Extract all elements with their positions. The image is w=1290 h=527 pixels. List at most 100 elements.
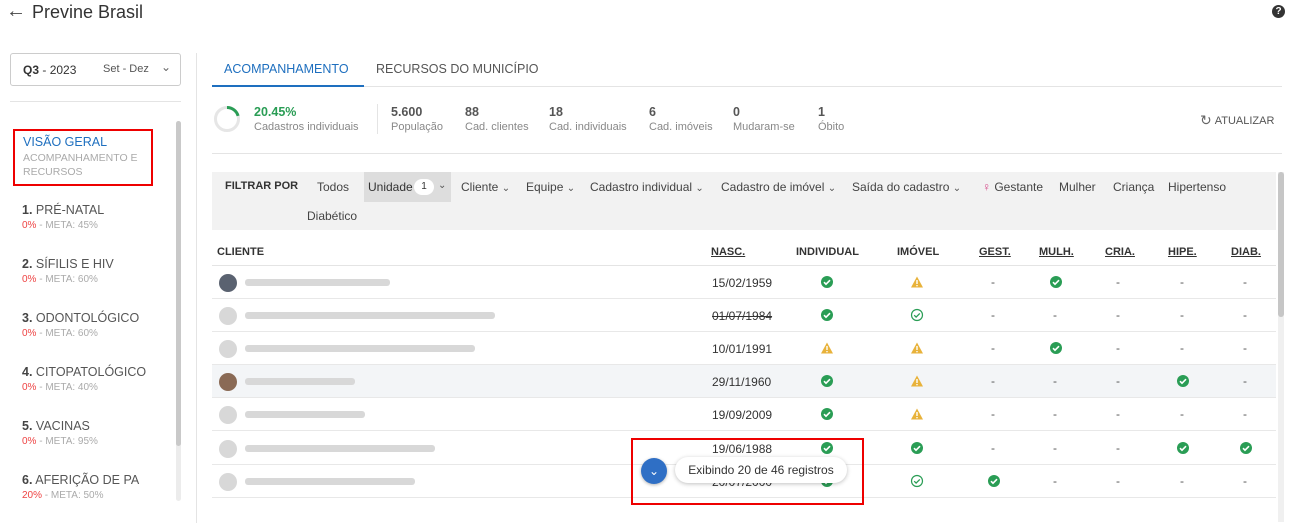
- sidebar-scrollbar-thumb[interactable]: [176, 121, 181, 446]
- tab-bar: ACOMPANHAMENTO RECURSOS DO MUNICÍPIO: [212, 52, 1282, 87]
- stat-cad-imoveis: 6 Cad. imóveis: [649, 105, 713, 133]
- filter-diabetico[interactable]: Diabético: [307, 209, 357, 223]
- refresh-button[interactable]: ↻ ATUALIZAR: [1200, 112, 1274, 129]
- birth-date: 01/07/1984: [712, 309, 773, 323]
- tab-acompanhamento[interactable]: ACOMPANHAMENTO: [224, 62, 349, 76]
- table-row[interactable]: 15/02/1959 - - - -: [212, 266, 1276, 299]
- mulh-empty: -: [1053, 308, 1057, 322]
- page-title: Previne Brasil: [32, 2, 144, 22]
- divider: [196, 53, 197, 523]
- chevron-down-icon: ⌄: [695, 183, 704, 194]
- avatar: [219, 373, 237, 391]
- chevron-down-icon: ⌄: [438, 180, 447, 191]
- column-cria[interactable]: CRIA.: [1105, 246, 1135, 258]
- gest-empty: -: [991, 275, 995, 289]
- birth-date: 29/11/1960: [712, 375, 772, 389]
- filter-cadastro-imovel[interactable]: Cadastro de imóvel ⌄: [721, 180, 836, 194]
- client-name-redacted: [245, 411, 365, 418]
- filter-hipertenso[interactable]: Hipertenso: [1168, 180, 1226, 194]
- records-count-pill: Exibindo 20 de 46 registros: [675, 457, 847, 483]
- sidebar-item-label: AFERIÇÃO DE PA: [35, 473, 140, 487]
- sidebar-item-afericao-pa[interactable]: 6. AFERIÇÃO DE PA 20% - META: 50%: [22, 473, 139, 501]
- filter-gestante[interactable]: ♀ Gestante: [982, 180, 1043, 194]
- sidebar-item-citopatologico[interactable]: 4. CITOPATOLÓGICO 0% - META: 40%: [22, 365, 146, 393]
- mulh-empty: -: [1053, 441, 1057, 455]
- check-circle-icon: [1176, 374, 1190, 388]
- gest-empty: -: [991, 374, 995, 388]
- avatar: [219, 340, 237, 358]
- stat-cad-clientes: 88 Cad. clientes: [465, 105, 529, 133]
- table-row[interactable]: 19/09/2009 - - - - -: [212, 398, 1276, 431]
- filter-cadastro-individual[interactable]: Cadastro individual ⌄: [590, 180, 704, 194]
- hipe-empty: -: [1180, 275, 1184, 289]
- chevron-down-icon: ⌄: [827, 183, 837, 194]
- filter-count-badge: 1: [414, 179, 434, 195]
- chevron-down-icon: ⌄: [566, 183, 576, 194]
- hipe-empty: -: [1180, 341, 1184, 355]
- tab-recursos-municipio[interactable]: RECURSOS DO MUNICÍPIO: [376, 62, 539, 76]
- hipe-empty: -: [1180, 407, 1184, 421]
- column-hipe[interactable]: HIPE.: [1168, 246, 1197, 258]
- chevron-down-icon: ⌄: [161, 60, 172, 74]
- filter-mulher[interactable]: Mulher: [1059, 180, 1096, 194]
- filter-saida-cadastro[interactable]: Saída do cadastro ⌄: [852, 180, 961, 194]
- filter-crianca[interactable]: Criança: [1113, 180, 1154, 194]
- warning-icon: [910, 374, 924, 388]
- column-individual[interactable]: INDIVIDUAL: [796, 246, 859, 258]
- sidebar-item-label: PRÉ-NATAL: [35, 203, 105, 217]
- check-circle-icon: [1239, 441, 1253, 455]
- column-imovel[interactable]: IMÓVEL: [897, 246, 939, 258]
- diab-empty: -: [1243, 407, 1247, 421]
- sidebar-item-label: CITOPATOLÓGICO: [35, 365, 147, 379]
- table-scrollbar-thumb[interactable]: [1278, 172, 1284, 317]
- stat-populacao: 5.600 População: [391, 105, 443, 133]
- stat-obito: 1 Óbito: [818, 105, 845, 133]
- check-circle-icon: [910, 441, 924, 455]
- cria-empty: -: [1116, 407, 1120, 421]
- chevron-down-icon[interactable]: ⌄: [641, 458, 667, 484]
- stat-cadastros-individuais: 20.45% Cadastros individuais: [254, 105, 359, 133]
- sidebar: VISÃO GERAL ACOMPANHAMENTO E RECURSOS 1.…: [12, 120, 177, 505]
- filter-unidade[interactable]: Unidade 1 ⌄: [364, 172, 451, 202]
- check-circle-outline-icon: [910, 308, 924, 322]
- question-circle-icon[interactable]: ?: [1272, 5, 1285, 18]
- birth-date: 19/09/2009: [712, 408, 773, 422]
- table-row[interactable]: 10/01/1991 - - - -: [212, 332, 1276, 365]
- avatar: [219, 440, 237, 458]
- column-diab[interactable]: DIAB.: [1231, 246, 1261, 258]
- sidebar-item-odontologico[interactable]: 3. ODONTOLÓGICO 0% - META: 60%: [22, 311, 139, 339]
- check-circle-icon: [1176, 441, 1190, 455]
- column-gest[interactable]: GEST.: [979, 246, 1011, 258]
- column-cliente[interactable]: CLIENTE: [217, 246, 264, 258]
- quarter-value: Q3 - 2023: [23, 63, 77, 77]
- progress-donut: [214, 106, 240, 132]
- sidebar-item-vacinas[interactable]: 5. VACINAS 0% - META: 95%: [22, 419, 98, 447]
- sidebar-item-sifilis[interactable]: 2. SÍFILIS E HIV 0% - META: 60%: [22, 257, 114, 285]
- table-row[interactable]: 01/07/1984 - - - - -: [212, 299, 1276, 332]
- filter-cliente[interactable]: Cliente ⌄: [461, 180, 510, 194]
- birth-date: 10/01/1991: [712, 342, 773, 356]
- divider: [377, 104, 378, 134]
- cria-empty: -: [1116, 374, 1120, 388]
- table-row[interactable]: 29/11/1960 - - - -: [212, 365, 1276, 398]
- client-name-redacted: [245, 279, 390, 286]
- sidebar-item-overview[interactable]: VISÃO GERAL ACOMPANHAMENTO E RECURSOS: [13, 129, 153, 186]
- hipe-empty: -: [1180, 474, 1184, 488]
- column-nasc[interactable]: NASC.: [711, 246, 745, 258]
- table-header: CLIENTE NASC. INDIVIDUAL IMÓVEL GEST. MU…: [212, 238, 1276, 266]
- check-circle-icon: [1049, 275, 1063, 289]
- avatar: [219, 406, 237, 424]
- client-name-redacted: [245, 478, 415, 485]
- sidebar-item-prenatal[interactable]: 1. PRÉ-NATAL 0% - META: 45%: [22, 203, 104, 231]
- filter-label: FILTRAR POR: [225, 180, 299, 192]
- arrow-left-icon[interactable]: ←: [6, 1, 26, 21]
- check-circle-icon: [820, 275, 834, 289]
- gest-empty: -: [991, 441, 995, 455]
- refresh-icon: ↻: [1200, 112, 1212, 128]
- diab-empty: -: [1243, 308, 1247, 322]
- column-mulh[interactable]: MULH.: [1039, 246, 1074, 258]
- quarter-select[interactable]: Q3 - 2023 Set - Dez ⌄: [10, 53, 181, 86]
- filter-todos[interactable]: Todos: [317, 180, 349, 194]
- filter-equipe[interactable]: Equipe ⌄: [526, 180, 575, 194]
- chevron-down-icon: ⌄: [952, 183, 962, 194]
